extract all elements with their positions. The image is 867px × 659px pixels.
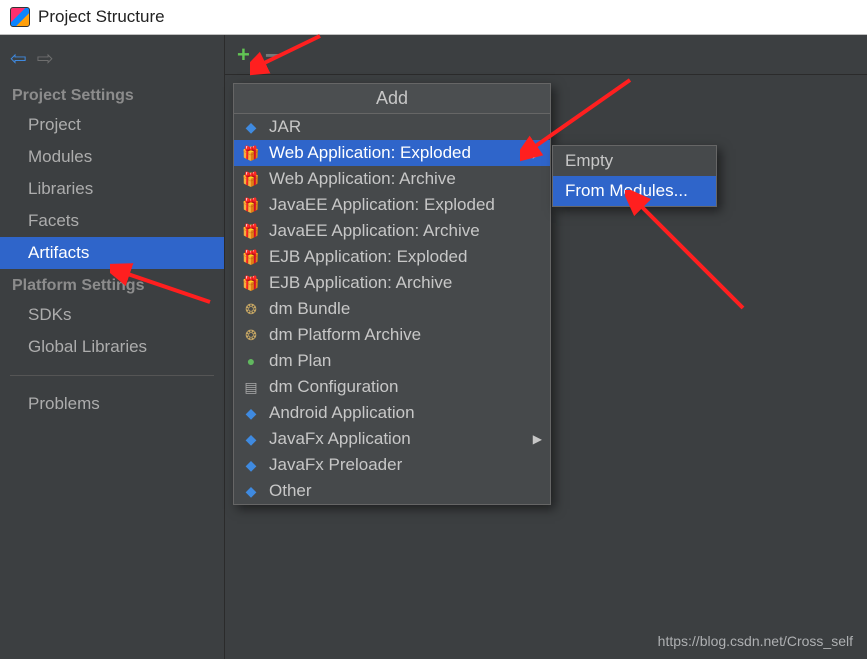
forward-icon[interactable]: ⇨ <box>37 49 54 69</box>
sidebar-item-sdks[interactable]: SDKs <box>0 299 224 331</box>
menu-item-label: JAR <box>269 117 301 137</box>
gift-icon: 🎁 <box>242 222 260 240</box>
menu-item-javafx-preloader[interactable]: ◆ JavaFx Preloader <box>234 452 550 478</box>
menu-item-label: dm Platform Archive <box>269 325 421 345</box>
page-icon: ▤ <box>242 378 260 396</box>
menu-item-javaee-application-exploded[interactable]: 🎁 JavaEE Application: Exploded <box>234 192 550 218</box>
menu-item-label: EJB Application: Exploded <box>269 247 467 267</box>
menu-item-label: dm Plan <box>269 351 331 371</box>
diamond-icon: ◆ <box>242 456 260 474</box>
window-title: Project Structure <box>38 7 165 27</box>
sidebar-item-global-libraries[interactable]: Global Libraries <box>0 331 224 363</box>
menu-item-label: JavaFx Application <box>269 429 411 449</box>
sidebar-divider <box>10 375 214 376</box>
menu-item-dm-configuration[interactable]: ▤ dm Configuration <box>234 374 550 400</box>
menu-item-dm-plan[interactable]: ● dm Plan <box>234 348 550 374</box>
add-icon[interactable]: + <box>237 42 250 68</box>
gift-icon: 🎁 <box>242 144 260 162</box>
chevron-right-icon: ▶ <box>533 432 542 446</box>
chevron-right-icon: ▶ <box>533 146 542 160</box>
menu-item-web-application-archive[interactable]: 🎁 Web Application: Archive <box>234 166 550 192</box>
intellij-icon <box>10 7 30 27</box>
menu-item-label: Web Application: Archive <box>269 169 456 189</box>
menu-item-web-application-exploded[interactable]: 🎁 Web Application: Exploded ▶ <box>234 140 550 166</box>
menu-item-ejb-application-exploded[interactable]: 🎁 EJB Application: Exploded <box>234 244 550 270</box>
sidebar-item-modules[interactable]: Modules <box>0 141 224 173</box>
gift-icon: 🎁 <box>242 170 260 188</box>
add-popup: Add ◆ JAR 🎁 Web Application: Exploded ▶ 🎁 Web … <box>233 83 551 505</box>
menu-item-label: EJB Application: Archive <box>269 273 452 293</box>
menu-item-ejb-application-archive[interactable]: 🎁 EJB Application: Archive <box>234 270 550 296</box>
sidebar-item-facets[interactable]: Facets <box>0 205 224 237</box>
menu-item-label: JavaEE Application: Archive <box>269 221 480 241</box>
remove-icon[interactable]: − <box>265 42 280 68</box>
menu-item-label: Android Application <box>269 403 415 423</box>
diamond-icon: ◆ <box>242 118 260 136</box>
watermark: https://blog.csdn.net/Cross_self <box>658 633 853 649</box>
menu-item-android-application[interactable]: ◆ Android Application <box>234 400 550 426</box>
sidebar-item-problems[interactable]: Problems <box>0 388 224 420</box>
green-icon: ● <box>242 352 260 370</box>
section-project-settings: Project Settings <box>0 79 224 109</box>
titlebar: Project Structure <box>0 0 867 35</box>
submenu-item-empty[interactable]: Empty <box>553 146 716 176</box>
sidebar: ⇦ ⇨ Project Settings ProjectModulesLibra… <box>0 35 225 659</box>
menu-item-label: dm Configuration <box>269 377 398 397</box>
bundle-icon: ❂ <box>242 300 260 318</box>
back-icon[interactable]: ⇦ <box>10 49 27 69</box>
toolbar: + − <box>225 35 867 75</box>
sidebar-item-artifacts[interactable]: Artifacts <box>0 237 224 269</box>
menu-item-javaee-application-archive[interactable]: 🎁 JavaEE Application: Archive <box>234 218 550 244</box>
submenu-item-from-modules-[interactable]: From Modules... <box>553 176 716 206</box>
gift-icon: 🎁 <box>242 248 260 266</box>
menu-item-label: JavaEE Application: Exploded <box>269 195 495 215</box>
menu-item-other[interactable]: ◆ Other <box>234 478 550 504</box>
gift-icon: 🎁 <box>242 196 260 214</box>
menu-item-label: Web Application: Exploded <box>269 143 471 163</box>
diamond-icon: ◆ <box>242 404 260 422</box>
menu-item-javafx-application[interactable]: ◆ JavaFx Application ▶ <box>234 426 550 452</box>
gift-icon: 🎁 <box>242 274 260 292</box>
sidebar-item-libraries[interactable]: Libraries <box>0 173 224 205</box>
bundle-icon: ❂ <box>242 326 260 344</box>
diamond-icon: ◆ <box>242 482 260 500</box>
menu-item-label: dm Bundle <box>269 299 350 319</box>
section-platform-settings: Platform Settings <box>0 269 224 299</box>
menu-item-label: Other <box>269 481 312 501</box>
menu-item-jar[interactable]: ◆ JAR <box>234 114 550 140</box>
nav-arrows: ⇦ ⇨ <box>0 43 224 79</box>
menu-item-dm-platform-archive[interactable]: ❂ dm Platform Archive <box>234 322 550 348</box>
menu-item-label: JavaFx Preloader <box>269 455 402 475</box>
popup-title: Add <box>234 84 550 114</box>
submenu: EmptyFrom Modules... <box>552 145 717 207</box>
menu-item-dm-bundle[interactable]: ❂ dm Bundle <box>234 296 550 322</box>
diamond-icon: ◆ <box>242 430 260 448</box>
sidebar-item-project[interactable]: Project <box>0 109 224 141</box>
